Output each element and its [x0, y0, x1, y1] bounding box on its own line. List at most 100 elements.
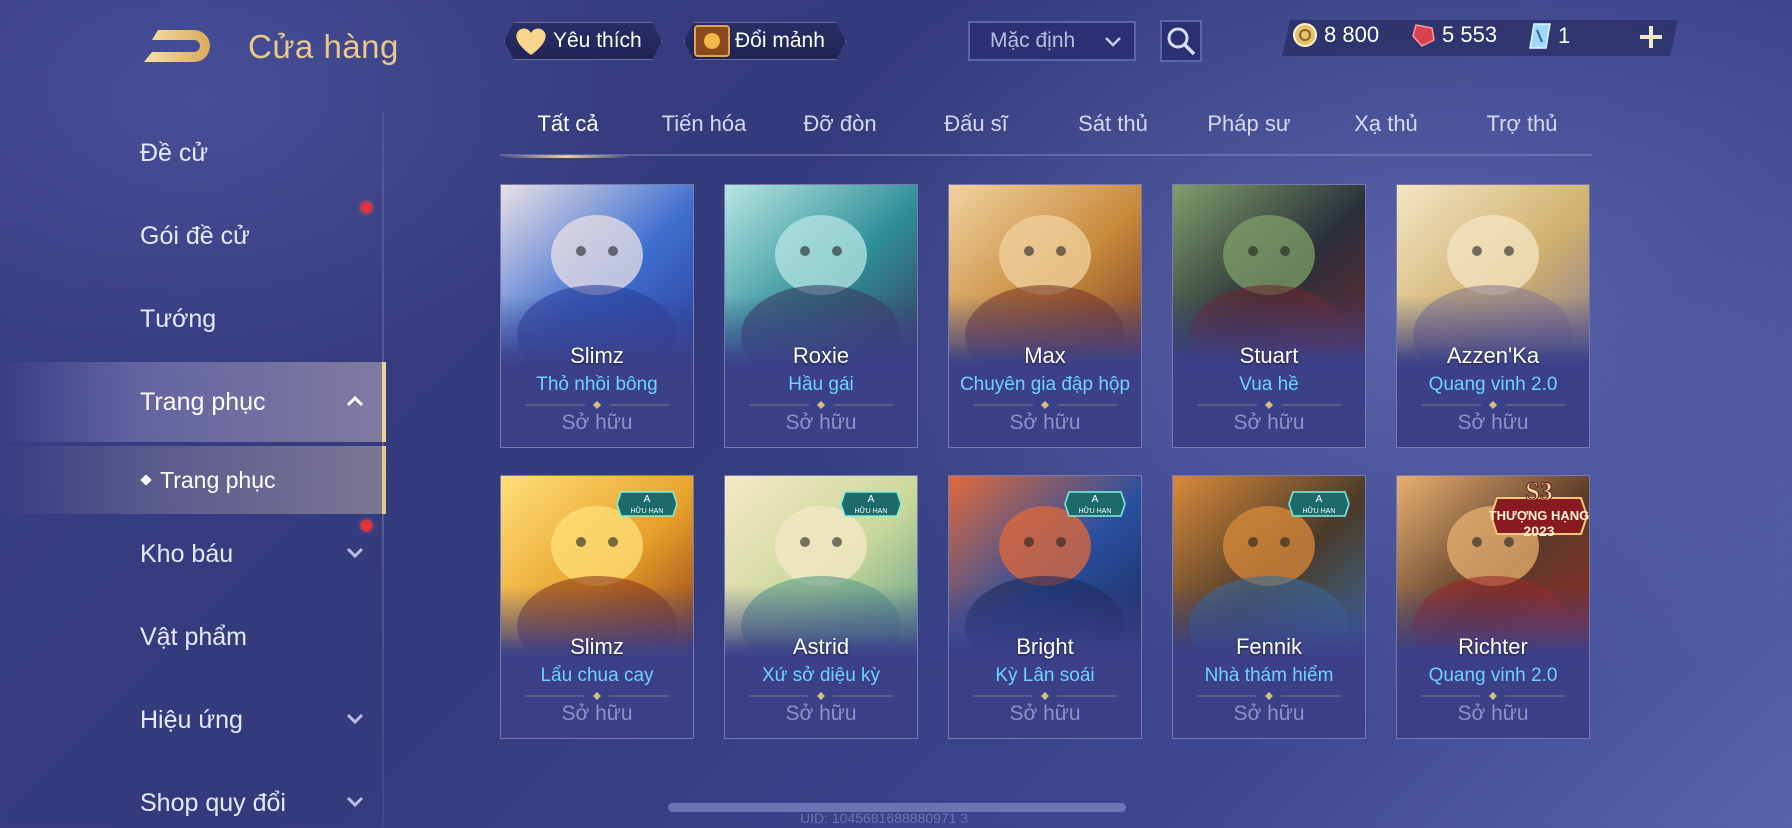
tab-tank[interactable]: Đỡ đòn — [772, 108, 908, 156]
sidebar-item-label: Vật phẩm — [140, 622, 248, 651]
chevron-down-icon — [346, 796, 364, 808]
ownership-status: Sở hữu — [1233, 411, 1305, 434]
tab-label: Xạ thủ — [1354, 111, 1418, 136]
hero-name: Slimz — [570, 343, 624, 368]
tab-marksman[interactable]: Xạ thủ — [1318, 108, 1454, 156]
plus-icon[interactable] — [1636, 22, 1666, 52]
hero-name: Roxie — [792, 343, 850, 368]
favorites-label: Yêu thích — [553, 29, 642, 52]
bullet-icon — [140, 474, 152, 486]
svg-text:A: A — [644, 494, 651, 505]
sidebar-subitem-skins[interactable]: Trang phục — [0, 446, 386, 514]
hero-name: Richter — [1458, 634, 1528, 659]
chevron-down-icon — [346, 713, 364, 725]
hero-name: Fennik — [1235, 634, 1303, 659]
sidebar-item-label: Kho báu — [140, 539, 234, 568]
exchange-fragments-label: Đổi mảnh — [735, 29, 825, 52]
tab-label: Trợ thủ — [1486, 111, 1558, 136]
sidebar-item-featured[interactable]: Đề cử — [0, 113, 386, 193]
ornament-divider — [749, 401, 893, 409]
sidebar-item-label: Gói đề cử — [140, 221, 250, 250]
svg-text:HỮU HẠN: HỮU HẠN — [855, 506, 888, 515]
ornament-divider — [1421, 692, 1565, 700]
svg-text:2023: 2023 — [1523, 523, 1554, 539]
gold-balance: 8 800 — [1292, 22, 1379, 48]
ownership-status: Sở hữu — [785, 411, 857, 434]
sidebar-item-exchange-shop[interactable]: Shop quy đổi — [0, 763, 386, 828]
sort-value: Mặc định — [990, 29, 1076, 52]
limited-badge: A HỮU HẠN — [840, 491, 902, 517]
skin-card[interactable]: Stuart Vua hề Sở hữu — [1172, 184, 1366, 448]
crystal-balance: 1 — [1528, 22, 1570, 50]
ownership-status: Sở hữu — [1457, 702, 1529, 725]
skin-card[interactable]: Azzen'Ka Quang vinh 2.0 Sở hữu — [1396, 184, 1590, 448]
tab-label: Pháp sư — [1207, 111, 1291, 136]
ornament-divider — [973, 692, 1117, 700]
sidebar-item-treasure[interactable]: Kho báu — [0, 514, 386, 594]
sidebar-item-label: Trang phục — [140, 387, 266, 416]
tab-assassin[interactable]: Sát thủ — [1045, 108, 1181, 156]
ornament-divider — [1197, 692, 1341, 700]
tab-all[interactable]: Tất cả — [500, 108, 636, 158]
season-badge: S3 THƯỢNG HẠNG 2023 — [1489, 477, 1589, 540]
skin-card[interactable]: S3 THƯỢNG HẠNG 2023 Richter Quang vinh 2… — [1396, 475, 1590, 739]
sidebar-item-effects[interactable]: Hiệu ứng — [0, 680, 386, 760]
sidebar-item-featured-packs[interactable]: Gói đề cử — [0, 196, 386, 276]
hero-name: Azzen'Ka — [1446, 343, 1540, 368]
skin-card[interactable]: Slimz Thỏ nhồi bông Sở hữu — [500, 184, 694, 448]
skin-card[interactable]: A HỮU HẠN Bright Kỳ Lân soái Sở hữu — [948, 475, 1142, 739]
search-icon — [1167, 27, 1196, 56]
skin-card[interactable]: A HỮU HẠN Slimz Lẩu chua cay Sở hữu — [500, 475, 694, 739]
skin-card[interactable]: Roxie Hầu gái Sở hữu — [724, 184, 918, 448]
sidebar-item-label: Tướng — [140, 304, 217, 333]
ornament-divider — [525, 401, 669, 409]
tab-label: Đỡ đòn — [803, 111, 877, 136]
limited-badge: A HỮU HẠN — [616, 491, 678, 517]
svg-text:A: A — [868, 494, 875, 505]
skin-name: Nhà thám hiểm — [1204, 665, 1334, 686]
sidebar-item-heroes[interactable]: Tướng — [0, 279, 386, 359]
ownership-status: Sở hữu — [1457, 411, 1529, 434]
tab-support[interactable]: Trợ thủ — [1454, 108, 1590, 156]
skin-card[interactable]: A HỮU HẠN Fennik Nhà thám hiểm Sở hữu — [1172, 475, 1366, 739]
chevron-up-icon — [346, 395, 364, 407]
sidebar-item-label: Đề cử — [140, 138, 209, 167]
ornament-divider — [749, 692, 893, 700]
hero-name: Slimz — [570, 634, 624, 659]
sidebar-item-items[interactable]: Vật phẩm — [0, 597, 386, 677]
skin-name: Thỏ nhồi bông — [536, 374, 658, 395]
hero-name: Bright — [1016, 634, 1074, 659]
tab-mage[interactable]: Pháp sư — [1181, 108, 1317, 156]
hero-name: Astrid — [792, 634, 850, 659]
tab-label: Đấu sĩ — [944, 111, 1008, 136]
user-id: UID: 1045681688880971 3 — [800, 810, 969, 826]
sidebar-item-label: Shop quy đổi — [140, 788, 286, 817]
notification-dot — [361, 520, 372, 531]
skin-card[interactable]: A HỮU HẠN Astrid Xứ sở diệu kỳ Sở hữu — [724, 475, 918, 739]
tab-fighter[interactable]: Đấu sĩ — [908, 108, 1044, 156]
gold-coin-icon — [1293, 23, 1317, 47]
sort-dropdown[interactable]: Mặc định — [968, 21, 1136, 61]
sidebar-subitem-label: Trang phục — [160, 466, 276, 493]
skin-name: Chuyên gia đập hộp — [959, 374, 1131, 395]
favorites-button[interactable]: Yêu thích — [504, 22, 662, 60]
skin-name: Kỳ Lân soái — [995, 665, 1095, 686]
back-arrow-icon[interactable] — [140, 26, 216, 66]
ownership-status: Sở hữu — [1009, 411, 1081, 434]
exchange-fragments-button[interactable]: Đổi mảnh — [684, 22, 846, 60]
chevron-down-icon — [346, 547, 364, 559]
chevron-down-icon — [1105, 37, 1121, 47]
tab-evolution[interactable]: Tiến hóa — [636, 108, 772, 156]
svg-text:HỮU HẠN: HỮU HẠN — [1079, 506, 1112, 515]
ownership-status: Sở hữu — [1009, 702, 1081, 725]
crystal-amount: 1 — [1558, 23, 1571, 48]
skin-card[interactable]: Max Chuyên gia đập hộp Sở hữu — [948, 184, 1142, 448]
sidebar-item-skins[interactable]: Trang phục — [0, 362, 386, 442]
search-button[interactable] — [1160, 20, 1202, 62]
voucher-balance: 5 553 — [1410, 22, 1497, 48]
skin-name: Lẩu chua cay — [540, 665, 654, 686]
hero-name: Max — [1024, 343, 1066, 368]
ownership-status: Sở hữu — [1233, 702, 1305, 725]
voucher-amount: 5 553 — [1442, 22, 1498, 47]
skin-name: Xứ sở diệu kỳ — [761, 665, 881, 686]
